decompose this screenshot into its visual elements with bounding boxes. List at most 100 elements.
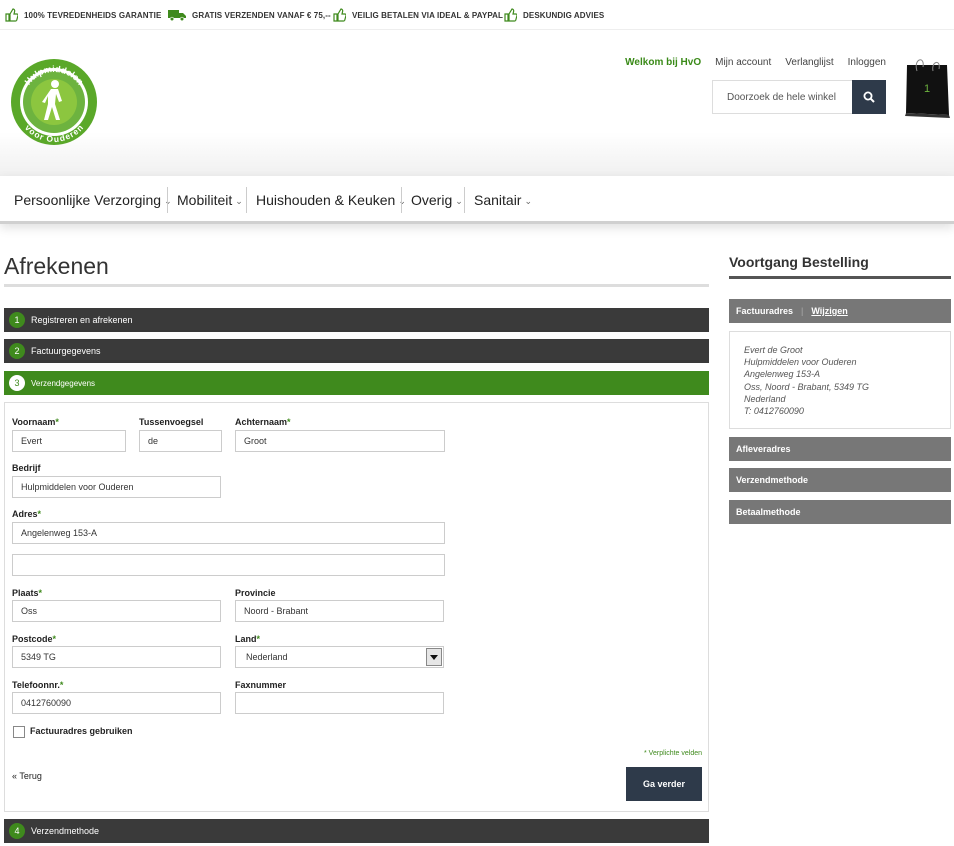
sidebar-divider [729, 276, 951, 279]
title-divider [4, 284, 709, 287]
city-field[interactable] [12, 600, 221, 622]
first-name-field[interactable] [12, 430, 126, 452]
country-label: Land* [235, 634, 261, 644]
chevron-down-icon: ⌄ [398, 196, 406, 206]
usp-advice-label: DESKUNDIG ADVIES [523, 10, 605, 20]
thumbs-up-icon [5, 8, 18, 22]
search-button[interactable] [852, 80, 886, 114]
back-link[interactable]: « Terug [12, 771, 42, 781]
chevron-down-icon: ⌄ [524, 196, 533, 206]
province-label: Provincie [235, 588, 276, 598]
last-name-label: Achternaam* [235, 417, 291, 427]
site-header: Hulpmiddelen voor Ouderen Welkom bij HvO… [0, 30, 954, 176]
last-name-field[interactable] [235, 430, 445, 452]
nav-item-sanitair[interactable]: Sanitair ⌄ [474, 189, 532, 211]
step-label: Registreren en afrekenen [31, 315, 133, 325]
dropdown-arrow-icon[interactable] [426, 648, 442, 666]
infix-field[interactable] [139, 430, 222, 452]
company-label: Bedrijf [12, 463, 41, 473]
site-logo[interactable]: Hulpmiddelen voor Ouderen [10, 58, 98, 146]
postcode-label: Postcode* [12, 634, 57, 644]
usp-shipping: GRATIS VERZENDEN VANAF € 75,-- [168, 6, 331, 24]
usp-guarantee-label: 100% TEVREDENHEIDS GARANTIE [24, 10, 162, 20]
company-field[interactable] [12, 476, 221, 498]
nav-divider [246, 187, 247, 213]
step-number: 3 [9, 375, 25, 391]
chevron-down-icon: ⌄ [235, 196, 243, 206]
search-input[interactable] [713, 81, 853, 113]
step-number: 2 [9, 343, 25, 359]
nav-divider [464, 187, 465, 213]
welcome-message: Welkom bij HvO [625, 57, 702, 68]
usp-bar: 100% TEVREDENHEIDS GARANTIE GRATIS VERZE… [0, 0, 954, 30]
use-billing-address-label[interactable]: Factuuradres gebruiken [30, 726, 133, 736]
nav-item-mobiliteit[interactable]: Mobiliteit ⌄ [177, 189, 243, 211]
login-link[interactable]: Inloggen [848, 57, 886, 68]
my-account-link[interactable]: Mijn account [715, 57, 771, 68]
nav-item-persoonlijke-verzorging[interactable]: Persoonlijke Verzorging⌄ [14, 189, 172, 211]
wishlist-link[interactable]: Verlanglijst [785, 57, 833, 68]
thumbs-up-icon [333, 8, 346, 22]
edit-billing-link[interactable]: Wijzigen [811, 306, 847, 316]
main-nav: Persoonlijke Verzorging⌄ Mobiliteit⌄ Hui… [0, 176, 954, 224]
address-line: Hulpmiddelen voor Ouderen [744, 357, 857, 368]
thumbs-up-icon [504, 8, 517, 22]
sidebar-title: Voortgang Bestelling [729, 254, 869, 270]
step-number: 1 [9, 312, 25, 328]
address-line: T: 0412760090 [744, 406, 804, 417]
fax-field[interactable] [235, 692, 444, 714]
usp-advice: DESKUNDIG ADVIES [504, 6, 604, 24]
step-verzendmethode[interactable]: 4 Verzendmethode [4, 819, 709, 843]
shopping-bag-icon[interactable]: 1 [903, 57, 951, 119]
truck-icon [168, 10, 186, 21]
usp-guarantee: 100% TEVREDENHEIDS GARANTIE [5, 6, 161, 24]
shipping-form: Voornaam* Tussenvoegsel Achternaam* Bedr… [4, 402, 709, 812]
usp-shipping-label: GRATIS VERZENDEN VANAF € 75,-- [192, 10, 331, 20]
first-name-label: Voornaam* [12, 417, 59, 427]
country-selected-value: Nederland [246, 652, 288, 662]
nav-label: Mobiliteit [177, 192, 233, 208]
address-line: Angelenweg 153-A [744, 369, 821, 380]
province-field[interactable] [235, 600, 444, 622]
address-line1-field[interactable] [12, 522, 445, 544]
usp-payment-label: VEILIG BETALEN VIA IDEAL & PAYPAL [352, 10, 504, 20]
step-label: Verzendmethode [31, 826, 100, 836]
sidebar-delivery-address[interactable]: Afleveradres [729, 437, 951, 461]
address-line: Nederland [744, 393, 786, 404]
postcode-field[interactable] [12, 646, 221, 668]
country-select[interactable]: Nederland [235, 646, 444, 668]
nav-item-overig[interactable]: Overig ⌄ [411, 189, 463, 211]
step-verzendgegevens: 3 Verzendgegevens [4, 371, 709, 395]
nav-label: Huishouden & Keuken [256, 192, 396, 208]
city-label: Plaats* [12, 588, 43, 598]
infix-label: Tussenvoegsel [139, 417, 204, 427]
required-fields-note: * Verplichte velden [644, 750, 702, 757]
billing-address-heading: Factuuradres [736, 306, 794, 316]
sidebar-shipping-method[interactable]: Verzendmethode [729, 468, 951, 492]
nav-label: Persoonlijke Verzorging [14, 192, 162, 208]
use-billing-address-checkbox[interactable] [13, 726, 25, 738]
nav-divider [167, 187, 168, 213]
continue-button[interactable]: Ga verder [626, 767, 702, 801]
fax-label: Faxnummer [235, 680, 287, 690]
page-title: Afrekenen [4, 253, 109, 279]
nav-label: Sanitair [474, 192, 522, 208]
search-icon [863, 91, 875, 103]
search-box [712, 80, 886, 114]
usp-payment: VEILIG BETALEN VIA IDEAL & PAYPAL [333, 6, 503, 24]
nav-item-huishouden-keuken[interactable]: Huishouden & Keuken ⌄ [256, 189, 406, 211]
address-line2-field[interactable] [12, 554, 445, 576]
nav-divider [401, 187, 402, 213]
sidebar-payment-method[interactable]: Betaalmethode [729, 500, 951, 524]
step-label: Factuurgegevens [31, 346, 101, 356]
header-links: Welkom bij HvO Mijn account Verlanglijst… [611, 57, 886, 68]
sidebar-billing-address: Factuuradres | Wijzigen [729, 299, 951, 323]
step-factuurgegevens[interactable]: 2 Factuurgegevens [4, 339, 709, 363]
separator: | [801, 306, 804, 316]
address-line: Evert de Groot [744, 345, 803, 355]
billing-address-box: Evert de Groot Hulpmiddelen voor Ouderen… [729, 331, 951, 429]
phone-field[interactable] [12, 692, 221, 714]
phone-label: Telefoonnr.* [12, 680, 64, 690]
step-registreren[interactable]: 1 Registreren en afrekenen [4, 308, 709, 332]
nav-label: Overig [411, 192, 453, 208]
